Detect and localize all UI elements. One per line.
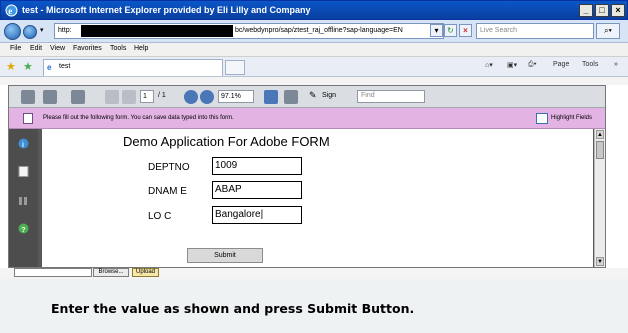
upload-row: Browse... Upload (0, 268, 628, 279)
window-title: test - Microsoft Internet Explorer provi… (22, 5, 311, 15)
feeds-icon[interactable]: ▣▾ (507, 61, 517, 69)
upload-button[interactable]: Upload (132, 268, 159, 277)
menu-help[interactable]: Help (134, 45, 148, 52)
search-placeholder: Live Search (480, 27, 517, 34)
address-bar-row: ▾ http: bc/webdynpro/sap/ztest_raj_offli… (0, 20, 628, 43)
fit-page-icon[interactable] (284, 90, 298, 104)
deptno-field[interactable]: 1009 (212, 157, 302, 175)
dname-field[interactable]: ABAP (212, 181, 302, 199)
tab-row: ★ ★ e test ⌂▾ ▣▾ ⎙▾ Page Tools » (0, 57, 628, 77)
highlight-fields-button[interactable]: Highlight Fields (551, 115, 592, 121)
ie-logo-icon: e (5, 4, 18, 17)
page-number-input[interactable]: 1 (140, 90, 154, 103)
menu-favorites[interactable]: Favorites (73, 45, 102, 52)
deptno-label: DEPTNO (148, 162, 190, 173)
menu-file[interactable]: File (10, 45, 21, 52)
menu-view[interactable]: View (50, 45, 65, 52)
scroll-down-icon[interactable]: ▼ (596, 257, 604, 266)
content-top-band (0, 77, 628, 85)
form-title: Demo Application For Adobe FORM (123, 134, 330, 149)
favorites-star-icon[interactable]: ★ (6, 60, 16, 73)
url-prefix: http: (58, 27, 72, 34)
zoom-select[interactable]: 97.1% (218, 90, 254, 103)
search-icon[interactable]: ⌕▾ (596, 23, 620, 39)
form-message-bar: Please fill out the following form. You … (9, 108, 605, 129)
tab-test[interactable]: e test (43, 59, 223, 76)
fit-width-icon[interactable] (264, 90, 278, 104)
tools-menu[interactable]: Tools (582, 61, 598, 68)
zoom-out-icon[interactable] (184, 90, 198, 104)
pen-icon[interactable]: ✎ (309, 90, 317, 101)
tab-ie-icon: e (47, 63, 52, 72)
loc-field[interactable]: Bangalore| (212, 206, 302, 224)
print-icon[interactable]: ⎙▾ (528, 61, 537, 69)
find-input[interactable]: Find (357, 90, 425, 103)
address-field[interactable]: http: bc/webdynpro/sap/ztest_raj_offline… (54, 23, 444, 39)
document-pages-icon[interactable] (18, 166, 29, 177)
home-icon[interactable]: ⌂▾ (485, 61, 493, 69)
next-page-icon[interactable] (122, 90, 136, 104)
page-total: / 1 (158, 92, 166, 99)
scroll-up-icon[interactable]: ▲ (596, 130, 604, 139)
loc-label: LO C (148, 211, 172, 222)
add-favorite-icon[interactable]: ★ (23, 60, 33, 73)
pdf-toolbar: 1 / 1 97.1% ✎ Sign Find (9, 86, 605, 108)
title-bar: e test - Microsoft Internet Explorer pro… (0, 0, 628, 20)
find-placeholder: Find (361, 92, 375, 99)
back-button[interactable] (4, 23, 21, 40)
document-icon (23, 113, 33, 124)
scroll-thumb[interactable] (596, 141, 604, 159)
print-icon[interactable] (21, 90, 35, 104)
new-tab-button[interactable] (225, 60, 245, 75)
sign-menu[interactable]: Sign (322, 92, 336, 99)
highlight-fields-icon[interactable] (536, 113, 548, 124)
svg-text:e: e (8, 6, 12, 16)
address-dropdown-icon[interactable]: ▾ (430, 24, 443, 37)
search-input[interactable]: Live Search (476, 23, 594, 39)
menu-bar: File Edit View Favorites Tools Help (0, 43, 628, 57)
pdf-viewer: 1 / 1 97.1% ✎ Sign Find Please fill out … (8, 85, 606, 268)
info-icon[interactable]: i (18, 138, 29, 149)
pages-icon[interactable] (71, 90, 85, 104)
prev-page-icon[interactable] (105, 90, 119, 104)
menu-edit[interactable]: Edit (30, 45, 42, 52)
form-message-text: Please fill out the following form. You … (43, 115, 234, 121)
maximize-button[interactable]: □ (595, 4, 609, 17)
submit-button[interactable]: Submit (187, 248, 263, 263)
save-icon[interactable] (43, 90, 57, 104)
zoom-in-icon[interactable] (200, 90, 214, 104)
svg-text:?: ? (21, 227, 25, 234)
more-chevron-icon[interactable]: » (614, 61, 618, 68)
refresh-icon[interactable]: ↻ (444, 24, 457, 37)
stop-icon[interactable]: × (459, 24, 472, 37)
pdf-side-panel: i ? (9, 129, 38, 267)
browse-button[interactable]: Browse... (93, 268, 129, 277)
recent-pages-icon[interactable]: ▾ (40, 26, 44, 34)
redacted-host (81, 25, 233, 37)
dname-label: DNAM E (148, 186, 187, 197)
close-button[interactable]: × (611, 4, 625, 17)
instruction-area: Enter the value as shown and press Submi… (0, 279, 628, 333)
vertical-scrollbar[interactable]: ▲ ▼ (594, 129, 605, 267)
url-text: bc/webdynpro/sap/ztest_raj_offline?sap-l… (235, 27, 403, 34)
tab-title: test (59, 63, 71, 70)
menu-tools[interactable]: Tools (110, 45, 126, 52)
minimize-button[interactable]: _ (579, 4, 593, 17)
attachments-icon[interactable] (18, 195, 29, 206)
file-path-input[interactable] (14, 268, 92, 277)
forward-button[interactable] (23, 25, 37, 39)
svg-text:i: i (22, 142, 24, 149)
page-menu[interactable]: Page (553, 61, 569, 68)
help-icon[interactable]: ? (18, 223, 29, 234)
instruction-text: Enter the value as shown and press Submi… (51, 301, 415, 316)
pdf-form-page: Demo Application For Adobe FORM DEPTNO 1… (42, 129, 593, 267)
